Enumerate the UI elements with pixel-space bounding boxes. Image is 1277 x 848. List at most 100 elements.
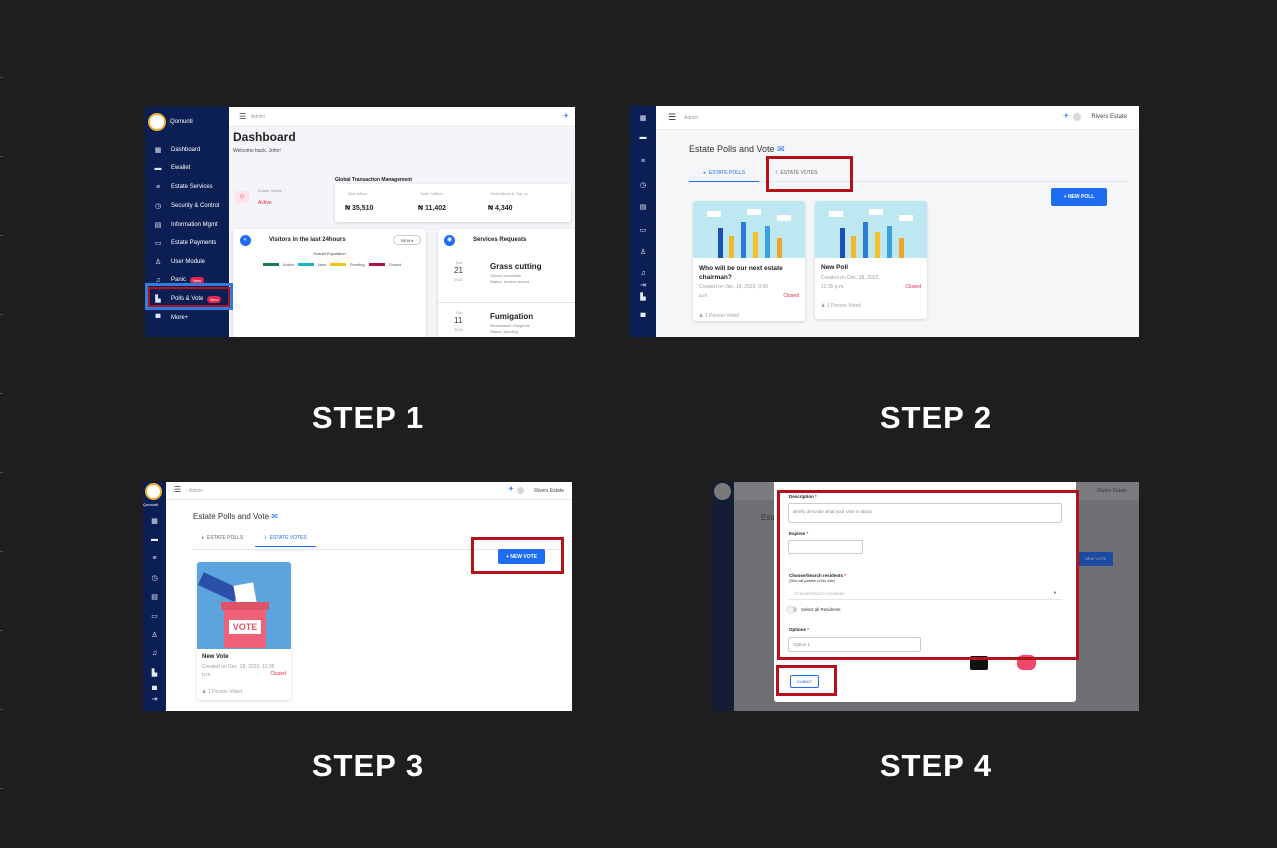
mailbox-icon: ✉ bbox=[271, 512, 278, 521]
outflow-value: ₦ 11,402 bbox=[418, 205, 447, 212]
admin-topup-value: ₦ 4,340 bbox=[488, 205, 513, 212]
estate-name[interactable]: Rivers Estate bbox=[1091, 114, 1127, 120]
notification-icon[interactable]: ✈ bbox=[1063, 112, 1069, 120]
new-poll-button[interactable]: + NEW POLL bbox=[1051, 188, 1107, 206]
bell-icon[interactable]: ♫ bbox=[630, 270, 656, 277]
wallet-icon: ▬ bbox=[154, 164, 162, 172]
sidebar: Qomunti ▦ ▬ ≡ ◷ ▤ ▭ ♙ ♫ ▙ ▀ ⇥ bbox=[143, 482, 166, 711]
estate-status-value: Active bbox=[258, 200, 272, 206]
poll-card-1[interactable]: Who will be our next estate chairman? Cr… bbox=[693, 201, 805, 321]
service-month: Nov bbox=[456, 260, 464, 265]
vote-card[interactable]: VOTE New Vote Created on Dec. 28, 2022, … bbox=[197, 562, 291, 700]
new-vote-button[interactable]: + NEW VOTE bbox=[498, 549, 545, 564]
file-icon[interactable]: ▤ bbox=[630, 203, 656, 211]
more-icon[interactable]: ▀ bbox=[630, 314, 656, 321]
poll-created: Created on Jan. 18, 2023, 9:39 a.m. bbox=[699, 284, 768, 299]
vote-title: New Vote bbox=[202, 654, 229, 660]
page-title: Estate Polls and Vote ✉ bbox=[689, 144, 785, 155]
menu-icon[interactable]: ☰ bbox=[668, 112, 676, 123]
poll-icon[interactable]: ▙ bbox=[143, 669, 166, 677]
highlight-estate-votes-tab bbox=[766, 156, 853, 192]
estate-name[interactable]: Rivers Estate bbox=[534, 488, 564, 494]
brand-name: Qomunti bbox=[170, 119, 193, 125]
menu-icon[interactable]: ☰ bbox=[174, 485, 181, 494]
visitors-title: Visitors in the last 24hours bbox=[269, 237, 346, 243]
service-line2: Status: pending bbox=[490, 329, 518, 334]
list-icon[interactable]: ≡ bbox=[630, 158, 656, 165]
wallet-icon[interactable]: ▬ bbox=[630, 134, 656, 141]
step4-label: STEP 4 bbox=[879, 748, 993, 783]
topbar: ☰ Admin ✈ bbox=[229, 107, 575, 127]
services-icon: ◉ bbox=[444, 235, 455, 246]
sidebar-item-estate-services[interactable]: ≡ Estate Services bbox=[145, 178, 229, 196]
wallet-icon[interactable]: ▬ bbox=[143, 536, 166, 543]
poll-voted-text: 1 Person Voted bbox=[704, 313, 740, 319]
view-button[interactable]: VIEW ▸ bbox=[393, 235, 421, 245]
sidebar-item-label: Estate Services bbox=[171, 184, 213, 190]
gutter-tick bbox=[0, 156, 3, 157]
legend-label: New bbox=[317, 262, 326, 267]
monitor-icon[interactable]: ▭ bbox=[630, 226, 656, 234]
service-request-item[interactable]: Oct 11 2022 Fumigation Ifeoluwatobi Gbeghole… bbox=[438, 307, 575, 337]
poll-title: New Poll bbox=[821, 264, 849, 271]
grid-icon[interactable]: ▦ bbox=[143, 517, 166, 525]
file-icon[interactable]: ▤ bbox=[143, 593, 166, 601]
poll-voted: ♟ 1 Person Voted bbox=[821, 303, 861, 309]
step2-label: STEP 2 bbox=[879, 400, 993, 435]
topbar-role: - Admin bbox=[186, 488, 203, 494]
sidebar-item-estate-payments[interactable]: ▭ Estate Payments bbox=[145, 234, 229, 252]
tab-estate-votes[interactable]: ⌇ ESTATE VOTES bbox=[255, 530, 316, 547]
users-icon: ♟ bbox=[821, 303, 826, 309]
notification-icon[interactable]: ✈ bbox=[563, 112, 569, 120]
sidebar-item-ewallet[interactable]: ▬ Ewallet bbox=[145, 159, 229, 177]
service-day: 11 bbox=[454, 316, 463, 325]
visitors-icon: ◐ bbox=[240, 235, 251, 246]
sidebar-item-user-module[interactable]: ♙ User Module bbox=[145, 253, 229, 271]
list-icon[interactable]: ≡ bbox=[143, 555, 166, 562]
menu-icon[interactable]: ☰ bbox=[239, 112, 246, 121]
monitor-icon: ▭ bbox=[154, 240, 162, 247]
sidebar-item-security-control[interactable]: ◷ Security & Control bbox=[145, 197, 229, 215]
avatar[interactable] bbox=[1073, 113, 1081, 121]
bell-icon[interactable]: ♫ bbox=[143, 650, 166, 657]
sidebar-item-information-mgmt[interactable]: ▤ Information Mgmt bbox=[145, 216, 229, 234]
poll-icon[interactable]: ▙ bbox=[630, 293, 656, 301]
service-title: Fumigation bbox=[490, 312, 534, 321]
pie-icon: ◕ bbox=[702, 169, 706, 176]
poll-card-2[interactable]: New Poll Created on Dec. 28, 2022, 12:35… bbox=[815, 201, 927, 319]
grid-icon[interactable]: ▦ bbox=[630, 114, 656, 122]
tab-estate-polls-label: ESTATE POLLS bbox=[207, 535, 244, 541]
clock-icon: ◷ bbox=[154, 203, 162, 210]
legend-label: Pending bbox=[349, 262, 365, 267]
user-icon[interactable]: ♙ bbox=[630, 248, 656, 256]
monitor-icon[interactable]: ▭ bbox=[143, 612, 166, 620]
topbar-role: Admin bbox=[684, 115, 699, 121]
notification-icon[interactable]: ✈ bbox=[508, 485, 514, 493]
topbar: ☰ - Admin ✈ Rivers Estate bbox=[166, 482, 572, 500]
vote-voted-text: 1 Person Voted bbox=[207, 689, 243, 695]
users-icon: ♟ bbox=[699, 313, 704, 319]
user-icon[interactable]: ♙ bbox=[143, 631, 166, 639]
service-request-item[interactable]: Nov 21 2022 Grass cutting Victory ezunwhile S… bbox=[438, 257, 575, 303]
sidebar-item-dashboard[interactable]: ▦ Dashboard bbox=[145, 141, 229, 159]
tab-estate-polls[interactable]: ◕ ESTATE POLLS bbox=[689, 164, 759, 182]
sidebar-item-more-[interactable]: ▀ More+ bbox=[145, 309, 229, 327]
sidebar-item-label: Ewallet bbox=[171, 165, 191, 171]
service-year: 2022 bbox=[454, 327, 463, 332]
highlight-polls-vote-inner bbox=[148, 287, 230, 307]
legend-swatch bbox=[368, 263, 385, 266]
backdrop-new-vote-button: NEW VOTE bbox=[1078, 552, 1113, 566]
more-icon[interactable]: ▀ bbox=[143, 687, 166, 694]
clock-icon[interactable]: ◷ bbox=[630, 181, 656, 189]
clock-icon[interactable]: ◷ bbox=[143, 574, 166, 582]
logout-icon[interactable]: ⇥ bbox=[630, 281, 656, 289]
tab-estate-polls[interactable]: ◕ ESTATE POLLS bbox=[201, 530, 243, 546]
poll-voted: ♟ 1 Person Voted bbox=[699, 313, 739, 319]
avatar[interactable] bbox=[517, 487, 524, 494]
list-icon: ≡ bbox=[155, 183, 161, 191]
topbar: ☰ Admin ✈ Rivers Estate bbox=[656, 106, 1139, 130]
poll-created: Created on Dec. 28, 2022, 12:35 p.m. bbox=[821, 275, 880, 290]
logout-icon[interactable]: ⇥ bbox=[143, 695, 166, 703]
topbar-role: Admin bbox=[251, 114, 266, 120]
gutter-tick bbox=[0, 630, 3, 631]
